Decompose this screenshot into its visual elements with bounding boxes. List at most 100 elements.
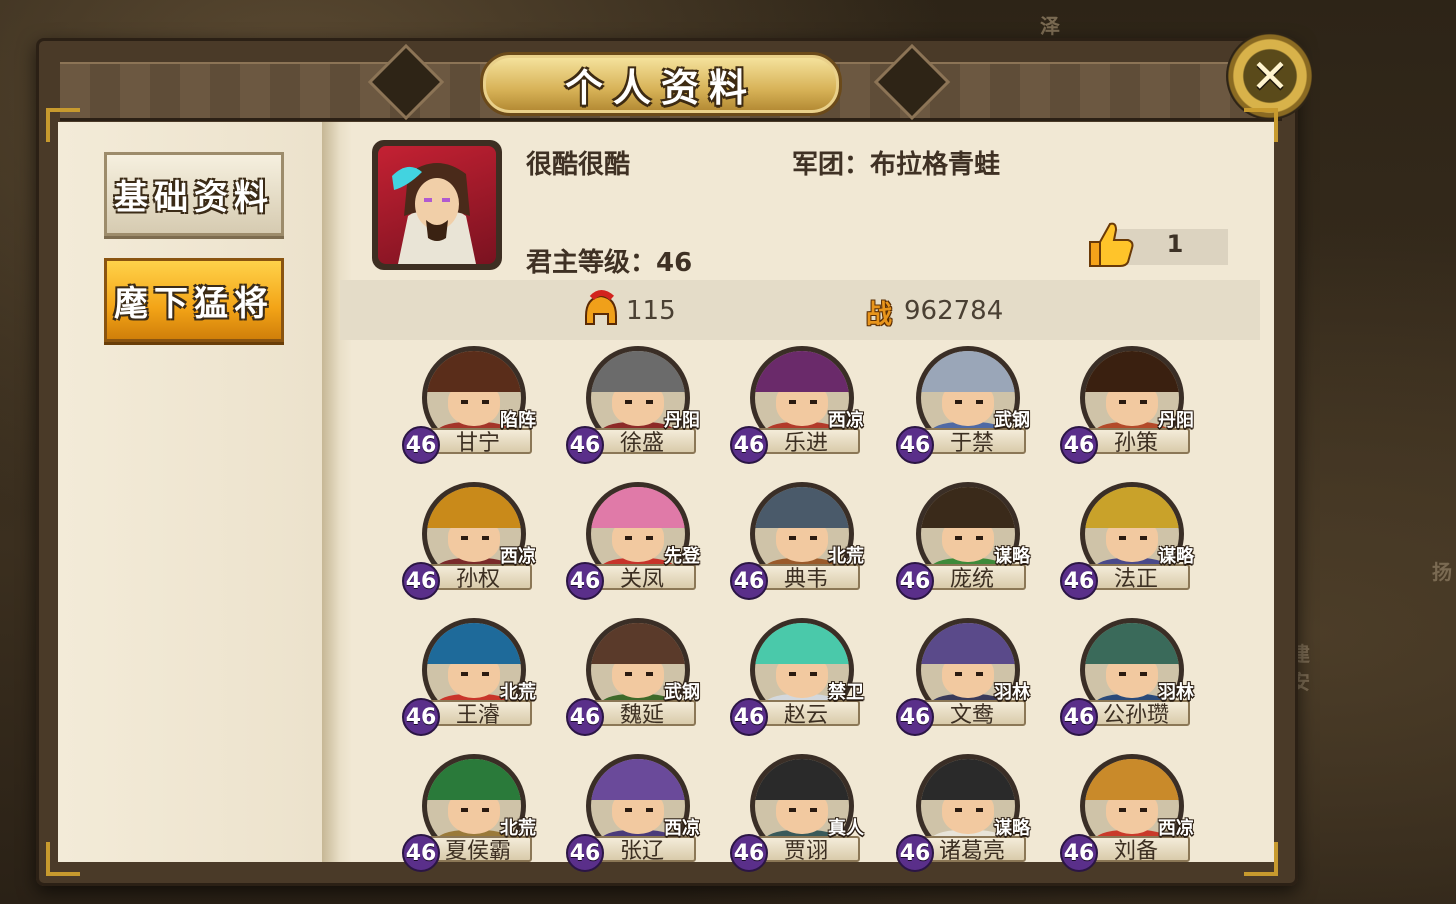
general-hair [921,487,1015,529]
general-hair [1085,487,1179,529]
general-type-tag: 丹阳 [664,410,700,431]
general-eye [624,535,632,540]
general-eye [460,671,468,676]
corner-ornament [1244,108,1278,142]
general-card[interactable]: 魏延 46 武钢 [566,618,724,738]
general-eye [809,807,817,812]
general-eye [788,535,796,540]
general-hair [591,487,685,529]
general-eye [481,671,489,676]
general-eye [788,399,796,404]
general-name: 关凤 [619,567,664,592]
general-card[interactable]: 于禁 46 武钢 [896,346,1054,466]
general-type-tag: 禁卫 [828,682,864,703]
general-name: 典韦 [783,567,828,592]
general-eye [645,671,653,676]
general-hair [591,351,685,393]
general-hair [921,351,1015,393]
general-hair [755,351,849,393]
general-eye [1139,807,1147,812]
general-card[interactable]: 公孙瓒 46 羽林 [1060,618,1218,738]
general-card[interactable]: 夏侯霸 46 北荒 [402,754,560,874]
general-eye [1139,535,1147,540]
general-name: 孙权 [455,567,500,592]
general-type-tag: 谋略 [994,818,1030,839]
general-eye [460,399,468,404]
general-eye [975,671,983,676]
general-eye [954,535,962,540]
general-eye [788,671,796,676]
general-level-badge: 46 [896,426,934,464]
general-level-badge: 46 [730,562,768,600]
general-card[interactable]: 文鸯 46 羽林 [896,618,1054,738]
general-card[interactable]: 刘备 46 西凉 [1060,754,1218,874]
general-hair [427,759,521,801]
page-title: 个人资料 [564,65,757,110]
general-level-badge: 46 [402,698,440,736]
general-eye [975,807,983,812]
general-hair [591,623,685,665]
general-hair [755,759,849,801]
general-name: 孙策 [1113,431,1158,456]
general-level-badge: 46 [1060,426,1098,464]
general-level-badge: 46 [566,698,604,736]
general-type-tag: 武钢 [994,410,1030,431]
general-card[interactable]: 孙策 46 丹阳 [1060,346,1218,466]
general-card[interactable]: 王濬 46 北荒 [402,618,560,738]
general-hair [591,759,685,801]
general-level-badge: 46 [730,426,768,464]
general-level-badge: 46 [896,562,934,600]
general-card[interactable]: 贾诩 46 真人 [730,754,888,874]
general-eye [1139,399,1147,404]
general-level-badge: 46 [730,834,768,872]
thumbs-up-icon[interactable] [1086,220,1136,270]
avatar[interactable] [372,140,502,270]
book-spine [322,122,352,862]
general-card[interactable]: 庞统 46 谋略 [896,482,1054,602]
general-hair [755,623,849,665]
general-eye [645,399,653,404]
general-hair [1085,759,1179,801]
general-card[interactable]: 法正 46 谋略 [1060,482,1218,602]
general-level-badge: 46 [1060,698,1098,736]
corner-ornament [46,842,80,876]
general-type-tag: 武钢 [664,682,700,703]
general-level-badge: 46 [896,834,934,872]
general-name: 法正 [1113,567,1158,592]
general-name: 乐进 [783,431,828,456]
legion-name: 军团：布拉格青蛙 [792,150,1001,180]
tab-generals[interactable]: 麾下猛将 [104,258,284,342]
general-type-tag: 谋略 [994,546,1030,567]
general-eye [954,399,962,404]
lord-portrait-icon [392,163,476,264]
general-level-badge: 46 [402,562,440,600]
general-name: 赵云 [783,703,828,728]
general-card[interactable]: 乐进 46 西凉 [730,346,888,466]
general-eye [975,535,983,540]
general-type-tag: 羽林 [994,682,1030,703]
general-name: 刘备 [1113,839,1158,864]
close-button[interactable]: ✕ [1226,32,1314,120]
tab-basic-info[interactable]: 基础资料 [104,152,284,236]
general-card[interactable]: 甘宁 46 陷阵 [402,346,560,466]
general-card[interactable]: 典韦 46 北荒 [730,482,888,602]
general-card[interactable]: 徐盛 46 丹阳 [566,346,724,466]
general-hair [427,623,521,665]
general-card[interactable]: 孙权 46 西凉 [402,482,560,602]
general-card[interactable]: 关凤 46 先登 [566,482,724,602]
general-eye [1139,671,1147,676]
general-level-badge: 46 [566,562,604,600]
general-type-tag: 西凉 [1158,818,1194,839]
general-name: 于禁 [949,431,994,456]
stats-band [340,280,1260,340]
general-card[interactable]: 赵云 46 禁卫 [730,618,888,738]
general-card[interactable]: 诸葛亮 46 谋略 [896,754,1054,874]
general-eye [645,807,653,812]
general-type-tag: 北荒 [828,546,864,567]
general-card[interactable]: 张辽 46 西凉 [566,754,724,874]
general-eye [624,399,632,404]
general-hair [427,351,521,393]
general-eye [645,535,653,540]
general-name: 张辽 [619,839,664,864]
general-eye [809,535,817,540]
